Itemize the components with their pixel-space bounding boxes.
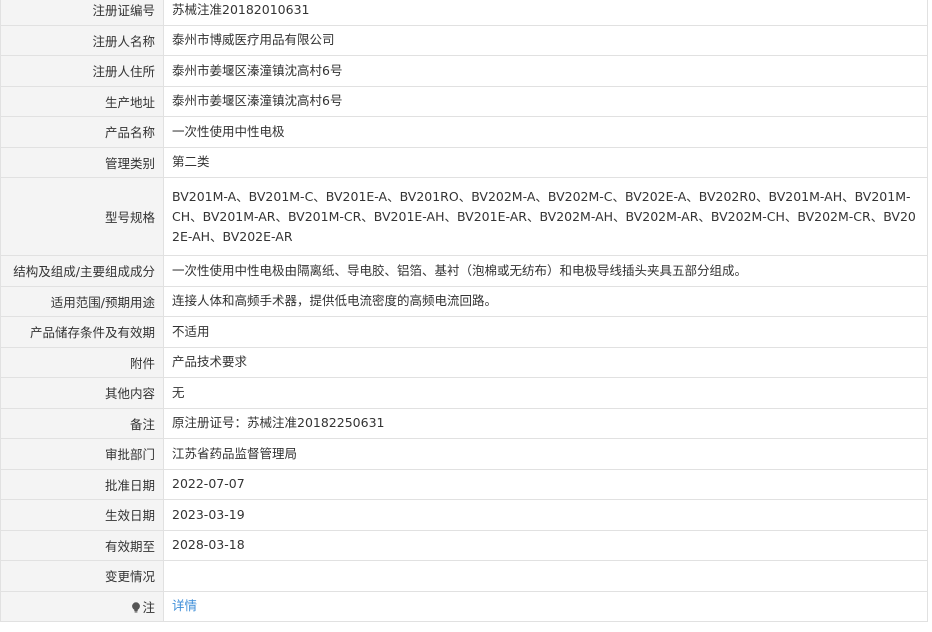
row-attachment: 附件 产品技术要求 — [0, 346, 928, 378]
label-other-content: 其他内容 — [0, 377, 164, 409]
label-production-address: 生产地址 — [0, 85, 164, 117]
label-note: 注 — [0, 590, 164, 622]
label-intended-use: 适用范围/预期用途 — [0, 285, 164, 317]
value-approval-department: 江苏省药品监督管理局 — [163, 438, 928, 470]
value-valid-until: 2028-03-18 — [163, 529, 928, 561]
row-effective-date: 生效日期 2023-03-19 — [0, 499, 928, 531]
value-change-status — [163, 560, 928, 592]
value-product-name: 一次性使用中性电极 — [163, 116, 928, 148]
row-change-status: 变更情况 — [0, 560, 928, 592]
value-structure-composition: 一次性使用中性电极由隔离纸、导电胶、铝箔、基衬（泡棉或无纺布）和电极导线插头夹具… — [163, 255, 928, 287]
value-registration-number: 苏械注准20182010631 — [163, 0, 928, 26]
label-structure-composition: 结构及组成/主要组成成分 — [0, 255, 164, 287]
value-production-address: 泰州市姜堰区溱潼镇沈高村6号 — [163, 85, 928, 117]
value-intended-use: 连接人体和高频手术器，提供低电流密度的高频电流回路。 — [163, 285, 928, 317]
row-model-specification: 型号规格 BV201M-A、BV201M-C、BV201E-A、BV201RO、… — [0, 177, 928, 256]
label-storage-conditions: 产品储存条件及有效期 — [0, 316, 164, 348]
label-registrant-name: 注册人名称 — [0, 24, 164, 56]
note-label-text: 注 — [142, 599, 155, 615]
row-structure-composition: 结构及组成/主要组成成分 一次性使用中性电极由隔离纸、导电胶、铝箔、基衬（泡棉或… — [0, 255, 928, 287]
row-note: 注 详情 — [0, 590, 928, 622]
row-registrant-address: 注册人住所 泰州市姜堰区溱潼镇沈高村6号 — [0, 55, 928, 87]
row-registration-number: 注册证编号 苏械注准20182010631 — [0, 0, 928, 26]
row-registrant-name: 注册人名称 泰州市博威医疗用品有限公司 — [0, 24, 928, 56]
row-production-address: 生产地址 泰州市姜堰区溱潼镇沈高村6号 — [0, 85, 928, 117]
row-intended-use: 适用范围/预期用途 连接人体和高频手术器，提供低电流密度的高频电流回路。 — [0, 285, 928, 317]
row-valid-until: 有效期至 2028-03-18 — [0, 529, 928, 561]
label-valid-until: 有效期至 — [0, 529, 164, 561]
row-management-category: 管理类别 第二类 — [0, 146, 928, 178]
row-remarks: 备注 原注册证号：苏械注准20182250631 — [0, 407, 928, 439]
value-registrant-address: 泰州市姜堰区溱潼镇沈高村6号 — [163, 55, 928, 87]
label-effective-date: 生效日期 — [0, 499, 164, 531]
value-effective-date: 2023-03-19 — [163, 499, 928, 531]
value-model-specification: BV201M-A、BV201M-C、BV201E-A、BV201RO、BV202… — [163, 177, 928, 256]
value-note: 详情 — [163, 590, 928, 622]
label-approval-date: 批准日期 — [0, 468, 164, 500]
value-attachment: 产品技术要求 — [163, 346, 928, 378]
label-change-status: 变更情况 — [0, 560, 164, 592]
label-approval-department: 审批部门 — [0, 438, 164, 470]
label-model-specification: 型号规格 — [0, 177, 164, 256]
label-management-category: 管理类别 — [0, 146, 164, 178]
row-approval-department: 审批部门 江苏省药品监督管理局 — [0, 438, 928, 470]
row-storage-conditions: 产品储存条件及有效期 不适用 — [0, 316, 928, 348]
label-remarks: 备注 — [0, 407, 164, 439]
value-approval-date: 2022-07-07 — [163, 468, 928, 500]
row-approval-date: 批准日期 2022-07-07 — [0, 468, 928, 500]
value-management-category: 第二类 — [163, 146, 928, 178]
value-other-content: 无 — [163, 377, 928, 409]
label-attachment: 附件 — [0, 346, 164, 378]
lightbulb-icon — [131, 602, 141, 613]
value-storage-conditions: 不适用 — [163, 316, 928, 348]
registration-detail-table: 注册证编号 苏械注准20182010631 注册人名称 泰州市博威医疗用品有限公… — [0, 0, 928, 622]
row-other-content: 其他内容 无 — [0, 377, 928, 409]
label-registration-number: 注册证编号 — [0, 0, 164, 26]
details-link[interactable]: 详情 — [172, 598, 197, 613]
label-registrant-address: 注册人住所 — [0, 55, 164, 87]
row-product-name: 产品名称 一次性使用中性电极 — [0, 116, 928, 148]
value-registrant-name: 泰州市博威医疗用品有限公司 — [163, 24, 928, 56]
label-product-name: 产品名称 — [0, 116, 164, 148]
value-remarks: 原注册证号：苏械注准20182250631 — [163, 407, 928, 439]
